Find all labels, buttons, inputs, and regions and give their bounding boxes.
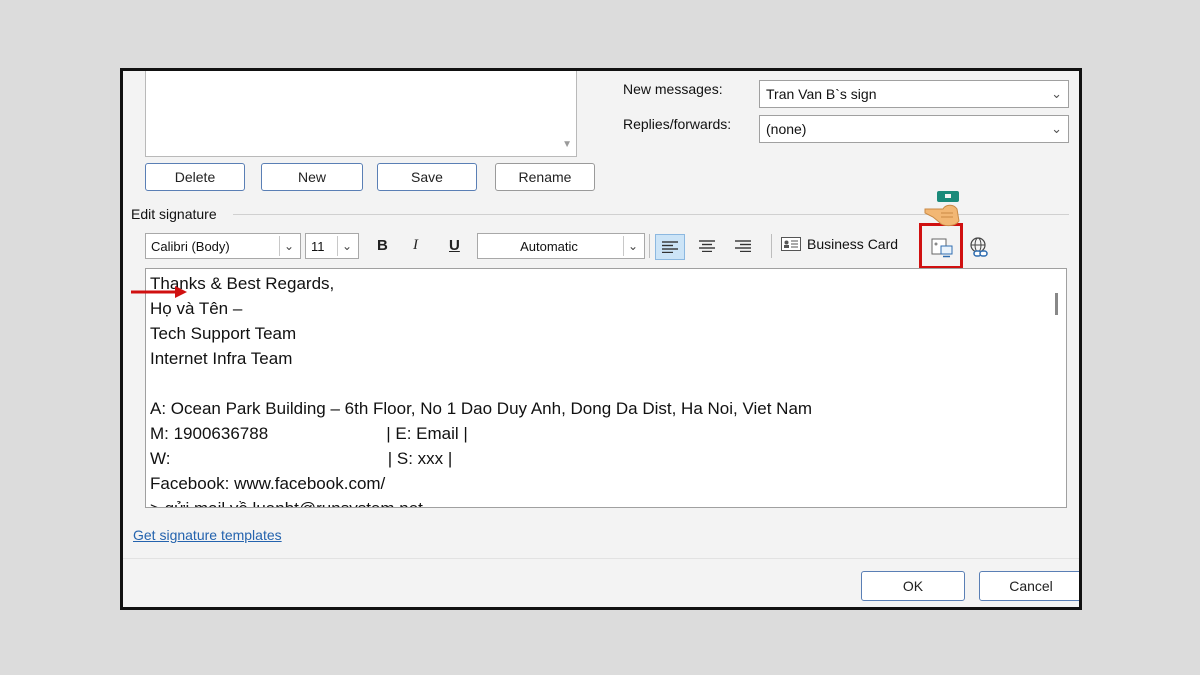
delete-label: Delete <box>174 169 216 185</box>
scroll-down-arrow-icon[interactable]: ▼ <box>562 139 572 150</box>
toolbar-separator <box>649 234 650 258</box>
font-select[interactable]: Calibri (Body) ⌄ <box>145 233 301 259</box>
italic-button[interactable]: I <box>413 237 418 254</box>
ok-button[interactable]: OK <box>861 571 965 601</box>
align-left-icon <box>662 241 678 253</box>
red-arrow-icon <box>131 285 189 304</box>
signature-line: Facebook: www.facebook.com/ <box>150 474 386 493</box>
new-messages-select[interactable]: Tran Van B`s sign ⌄ <box>759 80 1069 108</box>
cancel-label: Cancel <box>1009 578 1053 594</box>
rename-button[interactable]: Rename <box>495 163 595 191</box>
signature-line: W: | S: xxx | <box>150 449 453 468</box>
picture-icon <box>931 238 953 258</box>
new-button[interactable]: New <box>261 163 363 191</box>
hyperlink-icon <box>970 237 988 257</box>
insert-hyperlink-button[interactable] <box>969 237 991 264</box>
font-color-select[interactable]: Automatic ⌄ <box>477 233 645 259</box>
chevron-down-icon: ⌄ <box>279 236 298 256</box>
footer-divider <box>123 558 1079 559</box>
align-right-button[interactable] <box>729 234 757 258</box>
font-color-value: Automatic <box>520 238 578 254</box>
font-size-select[interactable]: 11 ⌄ <box>305 233 359 259</box>
chevron-down-icon: ⌄ <box>623 236 642 256</box>
signature-line: Thanks & Best Regards, <box>150 274 335 293</box>
toolbar-separator <box>771 234 772 258</box>
business-card-icon <box>781 237 801 251</box>
signature-list[interactable]: ▼ <box>145 71 577 157</box>
chevron-down-icon: ⌄ <box>337 236 356 256</box>
rename-label: Rename <box>518 169 572 185</box>
replies-forwards-value: (none) <box>766 121 807 137</box>
signature-line: Họ và Tên – <box>150 299 243 318</box>
signatures-dialog: ▼ Delete New Save Rename New messages: T… <box>120 68 1082 610</box>
chevron-down-icon: ⌄ <box>1051 121 1062 136</box>
chevron-down-icon: ⌄ <box>1051 86 1062 101</box>
save-label: Save <box>411 169 443 185</box>
new-messages-value: Tran Van B`s sign <box>766 86 877 102</box>
signature-line: > gửi mail về luanbt@runsystem.net <box>150 496 1066 507</box>
new-label: New <box>297 169 326 185</box>
signature-line: A: Ocean Park Building – 6th Floor, No 1… <box>150 399 813 418</box>
get-signature-templates-link[interactable]: Get signature templates <box>133 527 282 543</box>
editor-scrollbar-thumb[interactable] <box>1055 293 1058 315</box>
save-button[interactable]: Save <box>377 163 477 191</box>
align-center-button[interactable] <box>693 234 721 258</box>
replies-forwards-label: Replies/forwards: <box>623 116 732 132</box>
signature-line: Tech Support Team <box>150 324 297 343</box>
signature-line <box>150 371 1066 396</box>
business-card-label: Business Card <box>807 236 899 252</box>
new-messages-label: New messages: <box>623 81 723 97</box>
align-left-button[interactable] <box>655 234 685 260</box>
delete-button[interactable]: Delete <box>145 163 245 191</box>
signature-line: Internet Infra Team <box>150 349 293 368</box>
insert-picture-button[interactable] <box>931 238 953 263</box>
bold-button[interactable]: B <box>377 237 388 254</box>
align-right-icon <box>735 240 751 252</box>
font-value: Calibri (Body) <box>151 238 230 254</box>
replies-forwards-select[interactable]: (none) ⌄ <box>759 115 1069 143</box>
business-card-button[interactable]: Business Card <box>781 236 898 252</box>
ok-label: OK <box>902 578 924 594</box>
align-center-icon <box>699 240 715 252</box>
underline-button[interactable]: U <box>449 237 460 254</box>
signature-editor[interactable]: Thanks & Best Regards, Họ và Tên – Tech … <box>145 268 1067 508</box>
edit-signature-label: Edit signature <box>131 206 217 222</box>
pointing-hand-icon <box>923 189 963 234</box>
cancel-button[interactable]: Cancel <box>979 571 1079 601</box>
signature-line: M: 1900636788 | E: Email | <box>150 424 468 443</box>
font-size-value: 11 <box>311 238 325 254</box>
